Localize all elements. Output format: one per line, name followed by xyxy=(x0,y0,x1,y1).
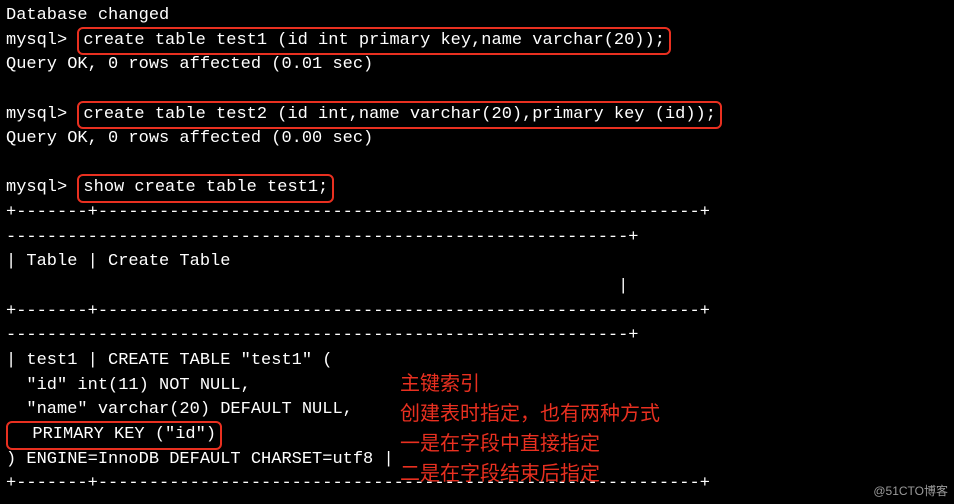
blank-line xyxy=(6,152,948,177)
line-ok1: Query OK, 0 rows affected (0.01 sec) xyxy=(6,53,948,78)
watermark: @51CTO博客 xyxy=(873,483,948,500)
line-cmd3[interactable]: mysql> show create table test1; xyxy=(6,176,948,201)
sep-mid-dash: ----------------------------------------… xyxy=(6,324,948,349)
annotation-3: 一是在字段中直接指定 xyxy=(400,428,600,456)
prompt: mysql> xyxy=(6,31,77,50)
prompt: mysql> xyxy=(6,105,77,124)
annotation-2: 创建表时指定，也有两种方式 xyxy=(400,398,660,426)
line-ok2: Query OK, 0 rows affected (0.00 sec) xyxy=(6,127,948,152)
line-cmd2[interactable]: mysql> create table test2 (id int,name v… xyxy=(6,103,948,128)
annotation-1: 主键索引 xyxy=(400,368,480,396)
blank-line xyxy=(6,78,948,103)
sep-top-plus: +-------+-------------------------------… xyxy=(6,201,948,226)
sep-mid-plus: +-------+-------------------------------… xyxy=(6,300,948,325)
annotation-4: 二是在字段结束后指定 xyxy=(400,458,600,486)
highlighted-cmd3: show create table test1; xyxy=(77,174,334,203)
highlighted-pk: PRIMARY KEY ("id") xyxy=(6,421,222,450)
sep-top-dash: ----------------------------------------… xyxy=(6,226,948,251)
line-cmd1[interactable]: mysql> create table test1 (id int primar… xyxy=(6,29,948,54)
highlighted-cmd2: create table test2 (id int,name varchar(… xyxy=(77,101,722,130)
hdr-end: | xyxy=(6,275,948,300)
hdr-row: | Table | Create Table xyxy=(6,250,948,275)
highlighted-cmd1: create table test1 (id int primary key,n… xyxy=(77,27,671,56)
prompt: mysql> xyxy=(6,178,77,197)
line-db-changed: Database changed xyxy=(6,4,948,29)
